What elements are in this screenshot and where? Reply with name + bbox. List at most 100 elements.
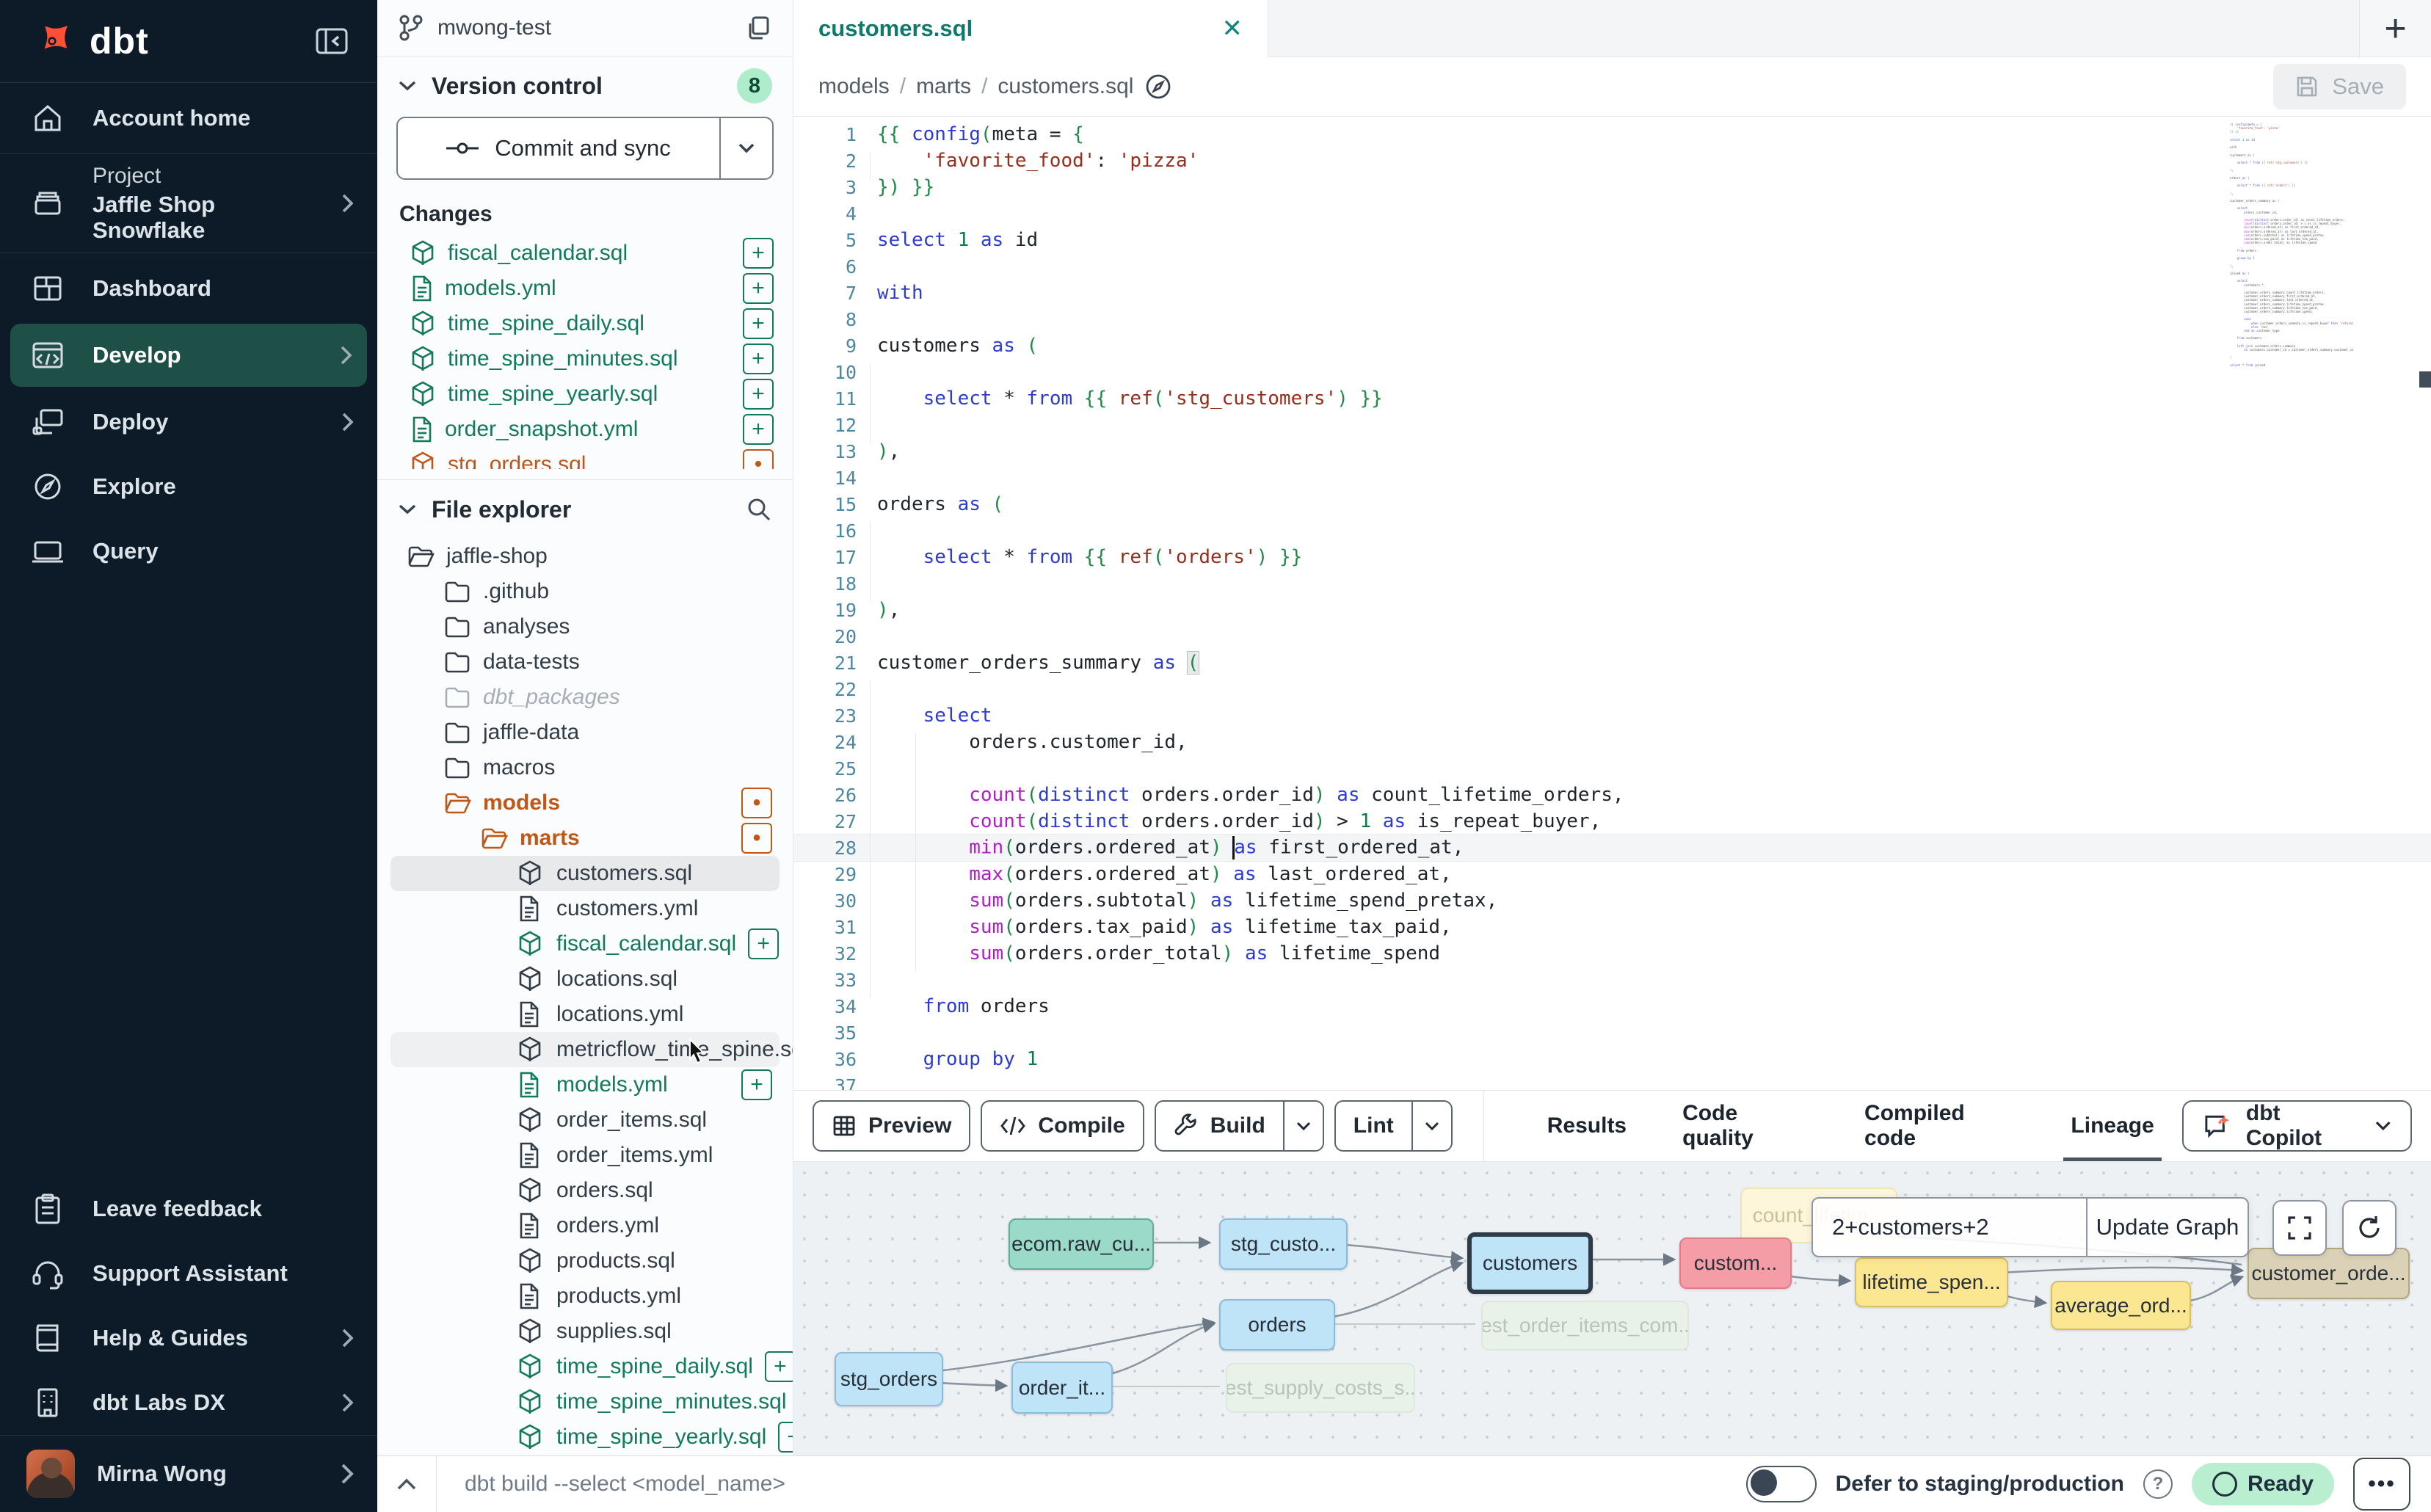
changed-file-fiscal_calendar.sql[interactable]: fiscal_calendar.sql+ xyxy=(377,236,793,271)
tab-lineage[interactable]: Lineage xyxy=(2043,1091,2181,1161)
lineage-node-average_ord[interactable]: average_ord... xyxy=(2051,1281,2191,1330)
user-menu[interactable]: Mirna Wong xyxy=(0,1435,377,1512)
changed-file-time_spine_minutes.sql[interactable]: time_spine_minutes.sql+ xyxy=(377,341,793,377)
code-line-8[interactable]: 8 xyxy=(793,306,2431,332)
tab-results[interactable]: Results xyxy=(1519,1091,1654,1161)
stage-plus-icon[interactable]: + xyxy=(765,1351,793,1382)
breadcrumb-customers.sql[interactable]: customers.sql xyxy=(998,74,1133,99)
code-line-19[interactable]: 19), xyxy=(793,597,2431,623)
code-line-22[interactable]: 22 xyxy=(793,676,2431,702)
commit-options-caret[interactable] xyxy=(719,118,772,178)
tree-item-products.yml[interactable]: products.yml xyxy=(390,1279,780,1314)
dbt-copilot-button[interactable]: dbt Copilot xyxy=(2182,1100,2412,1152)
tree-item-dbt_packages[interactable]: dbt_packages xyxy=(390,680,780,715)
code-line-4[interactable]: 4 xyxy=(793,200,2431,227)
tree-item-fiscal_calendar.sql[interactable]: fiscal_calendar.sql+ xyxy=(390,926,780,962)
tree-item-orders.yml[interactable]: orders.yml xyxy=(390,1208,780,1243)
code-line-24[interactable]: 24 orders.customer_id, xyxy=(793,729,2431,755)
changed-file-time_spine_yearly.sql[interactable]: time_spine_yearly.sql+ xyxy=(377,377,793,412)
changed-file-models.yml[interactable]: models.yml+ xyxy=(377,271,793,306)
stage-plus-icon[interactable]: + xyxy=(743,308,774,339)
code-line-6[interactable]: 6 xyxy=(793,253,2431,280)
stage-plus-icon[interactable]: + xyxy=(741,1069,772,1100)
code-line-15[interactable]: 15orders as ( xyxy=(793,491,2431,517)
tree-item-data-tests[interactable]: data-tests xyxy=(390,644,780,680)
code-line-5[interactable]: 5select 1 as id xyxy=(793,227,2431,253)
code-line-36[interactable]: 36 group by 1 xyxy=(793,1046,2431,1072)
changed-file-time_spine_daily.sql[interactable]: time_spine_daily.sql+ xyxy=(377,306,793,341)
sidebar-item-dbt-labs-dx[interactable]: dbt Labs DX xyxy=(0,1370,377,1435)
lineage-node-orders[interactable]: orders xyxy=(1219,1299,1335,1351)
sidebar-item-explore[interactable]: Explore xyxy=(0,454,377,519)
code-line-3[interactable]: 3}) }} xyxy=(793,174,2431,200)
sidebar-item-project[interactable]: ProjectJaffle Shop Snowflake xyxy=(0,157,377,250)
code-line-31[interactable]: 31 sum(orders.tax_paid) as lifetime_tax_… xyxy=(793,914,2431,940)
defer-toggle[interactable] xyxy=(1746,1466,1817,1502)
stage-plus-icon[interactable]: + xyxy=(743,238,774,269)
lineage-node-order_it[interactable]: order_it... xyxy=(1011,1362,1113,1414)
sidebar-item-help-guides[interactable]: Help & Guides xyxy=(0,1306,377,1370)
build-options-caret[interactable] xyxy=(1283,1102,1323,1150)
help-icon[interactable]: ? xyxy=(2143,1469,2173,1499)
version-control-header[interactable]: Version control 8 xyxy=(377,57,793,115)
code-line-17[interactable]: 17 select * from {{ ref('orders') }} xyxy=(793,544,2431,570)
code-line-32[interactable]: 32 sum(orders.order_total) as lifetime_s… xyxy=(793,940,2431,967)
tree-item-locations.yml[interactable]: locations.yml xyxy=(390,997,780,1032)
lineage-node-ecomraw_cu[interactable]: ecom.raw_cu... xyxy=(1009,1218,1154,1270)
tree-item-models.yml[interactable]: models.yml+ xyxy=(390,1067,780,1102)
command-input[interactable]: dbt build --select <model_name> xyxy=(437,1472,1746,1497)
fullscreen-button[interactable] xyxy=(2272,1200,2327,1256)
stage-plus-icon[interactable]: + xyxy=(778,1422,793,1453)
sidebar-item-account-home[interactable]: Account home xyxy=(0,86,377,150)
tree-item-macros[interactable]: macros xyxy=(390,750,780,785)
tree-item-order_items.yml[interactable]: order_items.yml xyxy=(390,1138,780,1173)
code-line-26[interactable]: 26 count(distinct orders.order_id) as co… xyxy=(793,782,2431,808)
tree-item-time_spine_daily.sql[interactable]: time_spine_daily.sql+ xyxy=(390,1349,780,1384)
lineage-node-test_order_items_com[interactable]: test_order_items_com... xyxy=(1481,1301,1689,1351)
tree-item-orders.sql[interactable]: orders.sql xyxy=(390,1173,780,1208)
editor-scrollbar-thumb[interactable] xyxy=(2419,371,2431,388)
lineage-node-stg_orders[interactable]: stg_orders xyxy=(835,1352,943,1406)
update-graph-button[interactable]: Update Graph xyxy=(2086,1199,2248,1256)
code-line-25[interactable]: 25 xyxy=(793,755,2431,782)
search-icon[interactable] xyxy=(746,496,772,523)
tree-item-time_spine_yearly.sql[interactable]: time_spine_yearly.sql+ xyxy=(390,1420,780,1455)
status-badge[interactable]: Ready xyxy=(2192,1463,2334,1505)
tree-item-analyses[interactable]: analyses xyxy=(390,609,780,644)
code-line-21[interactable]: 21customer_orders_summary as ( xyxy=(793,650,2431,676)
lineage-graph[interactable]: count_lifetim...ecom.raw_cu...stg_custo.… xyxy=(793,1162,2431,1455)
code-line-11[interactable]: 11 select * from {{ ref('stg_customers')… xyxy=(793,385,2431,412)
code-line-35[interactable]: 35 xyxy=(793,1019,2431,1046)
tree-item-customers.yml[interactable]: customers.yml xyxy=(390,891,780,926)
code-line-13[interactable]: 13), xyxy=(793,438,2431,465)
lineage-node-stg_custo[interactable]: stg_custo... xyxy=(1219,1218,1348,1270)
tree-item-models[interactable]: models• xyxy=(390,785,780,821)
code-line-9[interactable]: 9customers as ( xyxy=(793,332,2431,359)
build-button[interactable]: Build xyxy=(1155,1100,1324,1152)
tree-item-jaffle-data[interactable]: jaffle-data xyxy=(390,715,780,750)
expand-command-bar-icon[interactable] xyxy=(377,1456,437,1512)
copy-branch-icon[interactable] xyxy=(746,15,772,41)
tree-item-marts[interactable]: marts• xyxy=(390,821,780,856)
tree-item-order_items.sql[interactable]: order_items.sql xyxy=(390,1102,780,1138)
code-line-20[interactable]: 20 xyxy=(793,623,2431,650)
stage-plus-icon[interactable]: + xyxy=(743,273,774,304)
breadcrumb-models[interactable]: models xyxy=(818,74,890,99)
lineage-node-customers[interactable]: customers xyxy=(1467,1232,1593,1294)
tree-item-jaffle-shop[interactable]: jaffle-shop xyxy=(390,539,780,574)
code-line-12[interactable]: 12 xyxy=(793,412,2431,438)
breadcrumb-marts[interactable]: marts xyxy=(916,74,971,99)
lineage-node-custom[interactable]: custom... xyxy=(1679,1237,1792,1289)
preview-button[interactable]: Preview xyxy=(813,1100,970,1152)
stage-plus-icon[interactable]: + xyxy=(743,344,774,374)
code-line-33[interactable]: 33 xyxy=(793,967,2431,993)
sidebar-item-develop[interactable]: Develop xyxy=(10,324,367,387)
code-line-18[interactable]: 18 xyxy=(793,570,2431,597)
save-button[interactable]: Save xyxy=(2273,64,2406,109)
lint-button[interactable]: Lint xyxy=(1334,1100,1453,1152)
tab-customers-sql[interactable]: customers.sql ✕ xyxy=(793,0,1268,57)
tree-item-supplies.sql[interactable]: supplies.sql xyxy=(390,1314,780,1349)
code-line-7[interactable]: 7with xyxy=(793,280,2431,306)
tree-item-locations.sql[interactable]: locations.sql xyxy=(390,962,780,997)
changed-file-order_snapshot.yml[interactable]: order_snapshot.yml+ xyxy=(377,412,793,447)
